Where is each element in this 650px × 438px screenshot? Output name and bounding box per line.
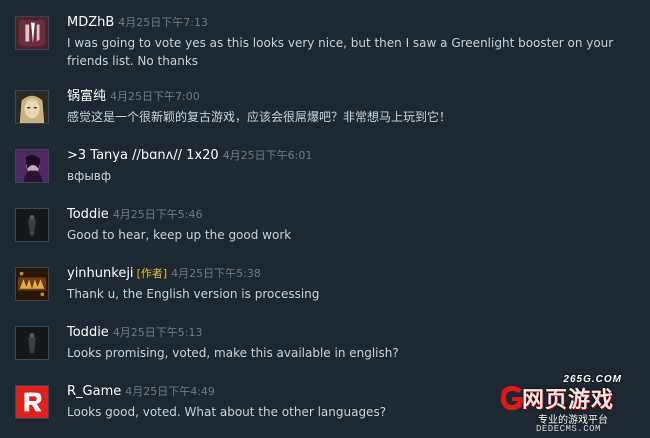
- comment-text: 感觉这是一个很新颖的复古游戏，应该会很屌爆吧？非常想马上玩到它！: [67, 110, 452, 124]
- comment-timestamp: 4月25日下午5:46: [112, 208, 203, 221]
- comment-author[interactable]: Toddie: [67, 325, 109, 340]
- dark-figure-avatar[interactable]: [15, 326, 49, 360]
- comment-text: Good to hear, keep up the good work: [67, 228, 292, 242]
- golden-logo-icon: [16, 268, 48, 300]
- comment-author[interactable]: >3 Tanya //bɑnʌ// 1x20: [67, 148, 219, 163]
- dark-figure-icon: [16, 327, 48, 359]
- comment-timestamp: 4月25日下午6:01: [222, 149, 313, 162]
- dark-figure-avatar[interactable]: [15, 208, 49, 242]
- comment-timestamp: 4月25日下午5:13: [112, 326, 203, 339]
- comment-thread: MDZhB 4月25日下午7:13 I was going to vote yes…: [0, 0, 650, 438]
- watermark-domain: DEDECMS.COM: [536, 424, 601, 434]
- comment-text: Looks promising, voted, make this availa…: [67, 346, 399, 360]
- red-r-logo-avatar[interactable]: [15, 385, 49, 419]
- blonde-face-icon: [16, 91, 48, 123]
- comment-author[interactable]: Toddie: [67, 207, 109, 222]
- purple-portrait-icon: [16, 150, 48, 182]
- golden-logo-avatar[interactable]: [15, 267, 49, 301]
- comment-timestamp: 4月25日下午5:38: [171, 267, 261, 280]
- comment-author[interactable]: MDZhB: [67, 15, 114, 30]
- blonde-face-avatar[interactable]: [15, 90, 49, 124]
- comment-timestamp: 4月25日下午7:13: [118, 16, 208, 29]
- sword-emblem-avatar[interactable]: [15, 16, 49, 50]
- comment-author[interactable]: yinhunkeji: [67, 266, 134, 281]
- comment-text: I was going to vote yes as this looks ve…: [67, 36, 614, 68]
- comment-author[interactable]: 锅富纯: [67, 89, 106, 104]
- comment-text: Thank u, the English version is processi…: [67, 287, 320, 301]
- author-tag-badge: [作者]: [136, 267, 168, 280]
- sword-emblem-icon: [16, 17, 48, 49]
- watermark-title: 网页游戏: [522, 388, 615, 413]
- comment-author[interactable]: R_Game: [67, 384, 121, 399]
- dark-figure-icon: [16, 209, 48, 241]
- comment-timestamp: 4月25日下午4:49: [125, 385, 215, 398]
- red-r-logo-icon: [16, 386, 48, 418]
- comment-timestamp: 4月25日下午7:00: [110, 90, 200, 103]
- purple-portrait-avatar[interactable]: [15, 149, 49, 183]
- comment-text: вфывф: [67, 169, 112, 183]
- site-watermark: 265G.COM 网页游戏 专业的游戏平台 DEDECMS.COM: [498, 374, 644, 436]
